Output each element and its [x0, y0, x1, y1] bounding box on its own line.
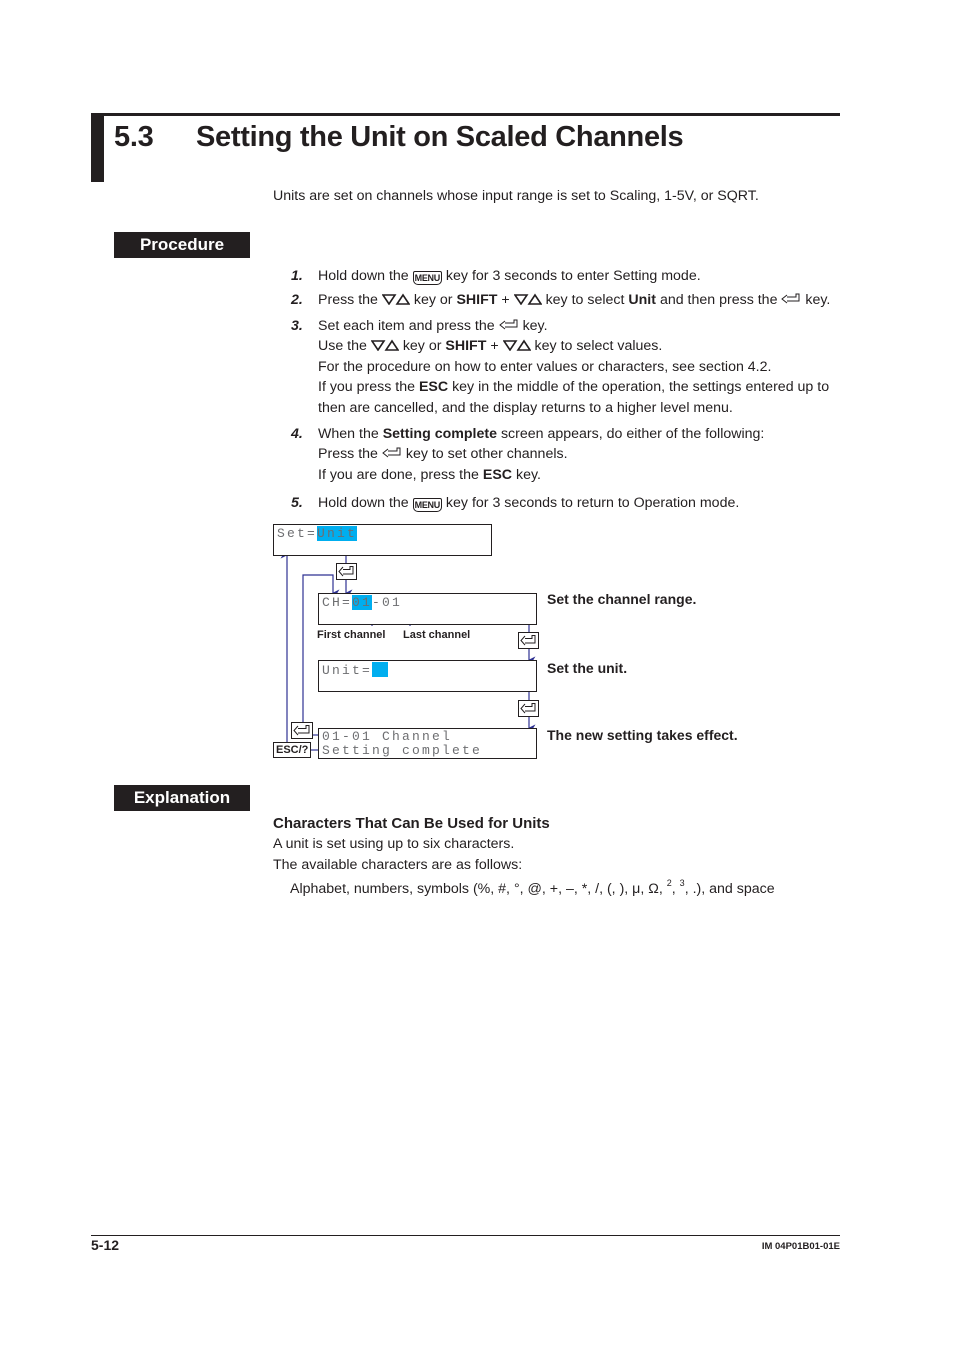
lcd-line: Unit= [319, 661, 536, 680]
label-first-channel: First channel [317, 629, 386, 641]
enter-key-icon [291, 722, 313, 739]
label-channel-range: Set the channel range. [547, 591, 697, 607]
lcd-highlight: Unit [317, 526, 358, 541]
enter-key-icon [336, 563, 357, 580]
body-text: A unit is set using up to six characters… [273, 836, 515, 852]
body-text-part: , [671, 881, 676, 897]
page-number: 5-12 [91, 1237, 120, 1253]
lcd-line: 01-01 Channel [322, 729, 453, 744]
lcd-screen-channel: CH=01-01 [318, 593, 537, 625]
lcd-line: Set=Unit [274, 525, 491, 543]
lcd-screen-complete: 01-01 Channel Setting complete [318, 728, 537, 759]
enter-key-icon [518, 700, 539, 717]
footer-rule [91, 1235, 840, 1236]
body-text-part: , .), and space [684, 881, 775, 897]
subsection-heading: Characters That Can Be Used for Units [273, 815, 550, 832]
body-text-part: Alphabet, numbers, symbols (%, #, °, @, … [290, 881, 663, 897]
flow-line [273, 551, 288, 751]
lcd-cursor [372, 662, 389, 677]
lcd-screen-unit: Unit= [318, 660, 537, 692]
document-id: IM 04P01B01-01E [761, 1241, 840, 1252]
lcd-line: Setting complete [322, 743, 483, 758]
label-set-unit: Set the unit. [547, 660, 628, 676]
lcd-text: -01 [372, 595, 403, 610]
label-last-channel: Last channel [403, 629, 471, 641]
lcd-line: CH=01-01 [319, 594, 536, 612]
lcd-text: CH= [322, 595, 353, 610]
explanation-tag: Explanation [114, 785, 250, 811]
body-text: Alphabet, numbers, symbols (%, #, °, @, … [290, 878, 775, 897]
lcd-highlight: 01 [352, 595, 373, 610]
body-text: The available characters are as follows: [273, 857, 523, 873]
lcd-text: Unit= [322, 663, 373, 678]
label-takes-effect: The new setting takes effect. [547, 727, 738, 743]
lcd-text: Set= [277, 526, 318, 541]
lcd-screen-set: Set=Unit [273, 524, 492, 556]
enter-key-icon [518, 632, 539, 649]
esc-key-icon: ESC/? [273, 742, 312, 758]
